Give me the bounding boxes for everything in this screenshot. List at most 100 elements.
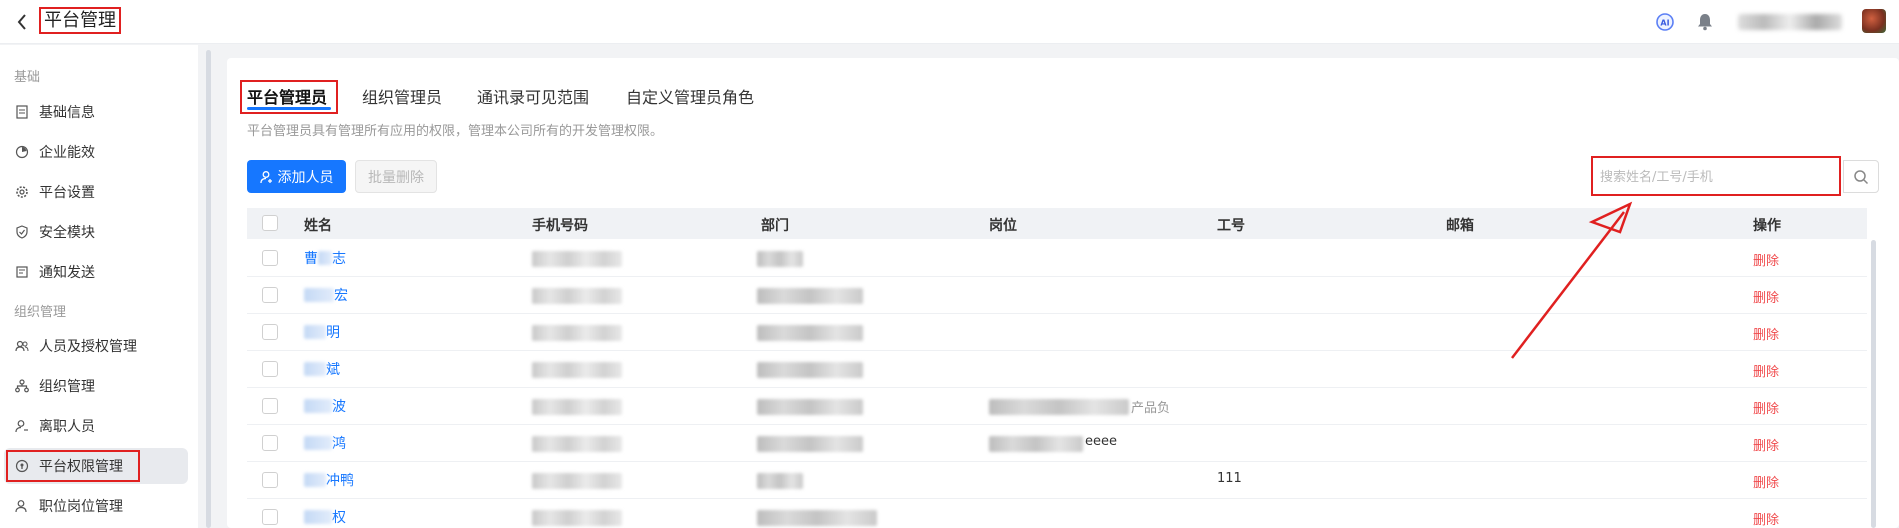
delete-link[interactable]: 删除 xyxy=(1753,250,1779,269)
user-name-link[interactable]: 斌 xyxy=(304,359,340,379)
column-header-action: 操作 xyxy=(1753,218,1781,234)
user-leave-icon xyxy=(14,418,30,434)
masked-phone xyxy=(532,510,622,526)
masked-phone xyxy=(532,473,622,489)
user-name-link[interactable]: 宏 xyxy=(304,285,348,305)
masked-text xyxy=(304,510,332,524)
add-user-button[interactable]: 添加人员 xyxy=(247,160,346,193)
masked-department xyxy=(757,473,803,489)
ai-assistant-icon[interactable]: AI xyxy=(1654,11,1676,33)
notification-icon xyxy=(14,264,30,280)
user-name-link[interactable]: 权 xyxy=(304,507,346,527)
masked-phone xyxy=(532,325,622,341)
delete-link[interactable]: 删除 xyxy=(1753,398,1779,417)
name-prefix: 曹 xyxy=(304,251,318,267)
batch-delete-button[interactable]: 批量删除 xyxy=(355,160,437,193)
avatar[interactable] xyxy=(1862,9,1886,33)
chevron-left-icon[interactable] xyxy=(12,10,32,34)
row-checkbox[interactable] xyxy=(262,250,278,266)
user-name-link[interactable]: 明 xyxy=(304,322,340,342)
sidebar-item-platform-permission[interactable]: 平台权限管理 xyxy=(4,448,188,484)
tab-custom-admin-role[interactable]: 自定义管理员角色 xyxy=(626,84,754,108)
masked-phone xyxy=(532,288,622,304)
masked-department xyxy=(757,288,863,304)
table-row[interactable] xyxy=(247,277,1867,314)
search-button[interactable] xyxy=(1843,160,1879,193)
tab-org-admin[interactable]: 组织管理员 xyxy=(362,84,442,108)
table-row[interactable] xyxy=(247,462,1867,499)
masked-department xyxy=(757,362,863,378)
column-header-email: 邮箱 xyxy=(1446,218,1474,234)
row-checkbox[interactable] xyxy=(262,287,278,303)
sidebar-item-departed[interactable]: 离职人员 xyxy=(4,408,188,444)
masked-text xyxy=(304,288,334,302)
table-row[interactable] xyxy=(247,351,1867,388)
delete-link[interactable]: 删除 xyxy=(1753,361,1779,380)
tab-platform-admin[interactable]: 平台管理员 xyxy=(247,84,327,108)
add-user-icon xyxy=(259,170,272,183)
table-header xyxy=(247,208,1867,239)
name-suffix: 冲鸭 xyxy=(326,473,354,489)
masked-department xyxy=(757,510,877,526)
org-tree-icon xyxy=(14,378,30,394)
user-name-link[interactable]: 鸿 xyxy=(304,433,346,453)
sidebar-item-platform-settings[interactable]: 平台设置 xyxy=(4,174,188,210)
sidebar-item-notification[interactable]: 通知发送 xyxy=(4,254,188,290)
masked-position xyxy=(989,436,1083,452)
bell-icon[interactable] xyxy=(1694,11,1716,33)
masked-phone xyxy=(532,251,622,267)
column-header-name: 姓名 xyxy=(304,218,332,234)
sidebar-item-org-management[interactable]: 组织管理 xyxy=(4,368,188,404)
masked-text xyxy=(304,325,326,339)
search-input[interactable] xyxy=(1600,164,1830,190)
table-row[interactable] xyxy=(247,240,1867,277)
sidebar-scrollbar[interactable] xyxy=(206,50,211,528)
sidebar-item-basic-info[interactable]: 基础信息 xyxy=(4,94,188,130)
user-name-link[interactable]: 波 xyxy=(304,396,346,416)
masked-text xyxy=(318,251,332,265)
sidebar-item-label: 通知发送 xyxy=(39,265,95,281)
delete-link[interactable]: 删除 xyxy=(1753,435,1779,454)
page-title: 平台管理 xyxy=(39,7,121,34)
column-header-employee-id: 工号 xyxy=(1217,218,1245,234)
tab-contact-visibility[interactable]: 通讯录可见范围 xyxy=(477,84,589,108)
select-all-checkbox[interactable] xyxy=(262,215,278,231)
employee-id-value: 111 xyxy=(1217,471,1242,486)
sidebar-item-efficiency[interactable]: 企业能效 xyxy=(4,134,188,170)
row-checkbox[interactable] xyxy=(262,398,278,414)
masked-position xyxy=(989,399,1129,415)
sidebar-section-org: 组织管理 xyxy=(14,305,67,320)
tab-active-indicator xyxy=(247,107,331,110)
shield-check-icon xyxy=(14,224,30,240)
position-text: 产品负 xyxy=(1131,401,1171,416)
masked-phone xyxy=(532,362,622,378)
name-suffix: 宏 xyxy=(334,288,348,304)
position-icon xyxy=(14,498,30,514)
user-name-link[interactable]: 曹志 xyxy=(304,248,346,268)
table-row[interactable] xyxy=(247,499,1867,528)
delete-link[interactable]: 删除 xyxy=(1753,324,1779,343)
add-user-label: 添加人员 xyxy=(277,169,334,186)
masked-department xyxy=(757,325,863,341)
username-masked[interactable] xyxy=(1738,14,1842,30)
delete-link[interactable]: 删除 xyxy=(1753,472,1779,491)
row-checkbox[interactable] xyxy=(262,509,278,525)
table-row[interactable] xyxy=(247,314,1867,351)
masked-department xyxy=(757,399,863,415)
table-scrollbar[interactable] xyxy=(1871,240,1876,528)
masked-text xyxy=(304,436,332,450)
position-text: eeee xyxy=(1085,434,1117,449)
row-checkbox[interactable] xyxy=(262,435,278,451)
user-name-link[interactable]: 冲鸭 xyxy=(304,470,354,490)
row-checkbox[interactable] xyxy=(262,361,278,377)
sidebar-item-security[interactable]: 安全模块 xyxy=(4,214,188,250)
row-checkbox[interactable] xyxy=(262,324,278,340)
delete-link[interactable]: 删除 xyxy=(1753,509,1779,528)
svg-text:AI: AI xyxy=(1660,19,1669,28)
delete-link[interactable]: 删除 xyxy=(1753,287,1779,306)
search-icon xyxy=(1854,169,1869,184)
sidebar-item-position[interactable]: 职位岗位管理 xyxy=(4,488,188,524)
sidebar-item-users-auth[interactable]: 人员及授权管理 xyxy=(4,328,188,364)
efficiency-icon xyxy=(14,144,30,160)
row-checkbox[interactable] xyxy=(262,472,278,488)
